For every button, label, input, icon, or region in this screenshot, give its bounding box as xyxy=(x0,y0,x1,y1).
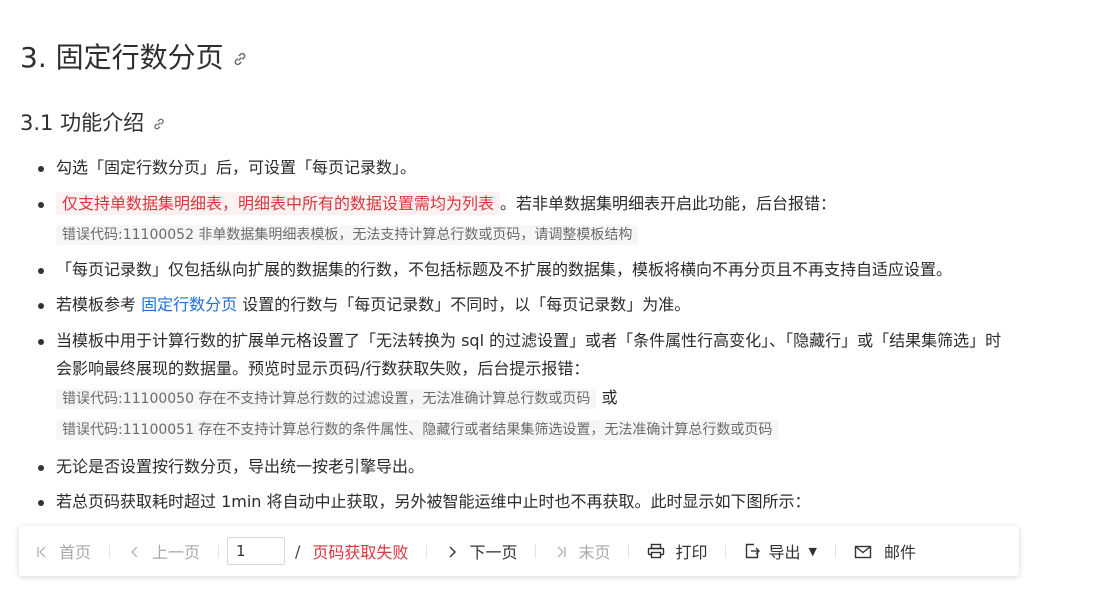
export-icon xyxy=(744,543,762,559)
list-item-text: 。若非单数据集明细表开启此功能，后台报错： xyxy=(500,194,837,213)
anchor-link-icon[interactable] xyxy=(152,117,166,131)
list-item-text: 勾选「固定行数分页」后，可设置「每页记录数」。 xyxy=(56,158,417,177)
pagination-toolbar: 首页 上一页 / 页码获取失败 下一页 末页 打印 导出 ▼ xyxy=(19,526,1019,576)
next-page-button[interactable]: 下一页 xyxy=(445,539,517,563)
list-item-text: 若总页码获取耗时超过 1min 将自动中止获取，另外被智能运维中止时也不再获取。… xyxy=(56,492,811,511)
export-label: 导出 xyxy=(768,543,801,562)
first-page-label: 首页 xyxy=(59,543,92,562)
list-item-text: 若模板参考 xyxy=(56,295,142,314)
list-item-text: 无论是否设置按行数分页，导出统一按老引擎导出。 xyxy=(56,457,425,476)
bullet-dot xyxy=(38,166,44,172)
list-item-text: 会影响最终展现的数据量。预览时显示页码/行数获取失败，后台提示报错： xyxy=(56,359,590,378)
first-page-icon xyxy=(35,544,49,558)
bullet-dot xyxy=(38,465,44,471)
next-page-label: 下一页 xyxy=(469,543,518,562)
list-item-text: 「每页记录数」仅包括纵向扩展的数据集的行数，不包括标题及不扩展的数据集，模板将横… xyxy=(56,260,953,279)
error-code: 错误代码:11100051 存在不支持计算总行数的条件属性、隐藏行或者结果集筛选… xyxy=(56,420,779,440)
page-separator: / xyxy=(295,541,301,561)
last-page-button[interactable]: 末页 xyxy=(554,539,610,563)
divider xyxy=(426,544,428,558)
anchor-link-icon[interactable] xyxy=(232,51,248,67)
mail-label: 邮件 xyxy=(883,543,916,562)
divider xyxy=(109,544,111,558)
warning-highlight: 仅支持单数据集明细表，明细表中所有的数据设置需均为列表 xyxy=(56,192,501,215)
or-text: 或 xyxy=(601,388,618,407)
fixed-rows-paging-link[interactable]: 固定行数分页 xyxy=(141,295,237,314)
mail-icon xyxy=(854,544,872,559)
bullet-dot xyxy=(38,500,44,506)
divider xyxy=(218,544,220,558)
divider xyxy=(725,544,727,558)
print-label: 打印 xyxy=(675,543,708,562)
print-button[interactable]: 打印 xyxy=(647,539,707,563)
bullet-dot xyxy=(38,268,44,274)
prev-page-button[interactable]: 上一页 xyxy=(128,539,200,563)
prev-page-label: 上一页 xyxy=(152,543,201,562)
chevron-right-icon xyxy=(445,544,459,558)
page-title-text: 3. 固定行数分页 xyxy=(20,41,224,74)
chevron-left-icon xyxy=(128,544,142,558)
page-number-input[interactable] xyxy=(227,537,286,565)
error-code: 错误代码:11100052 非单数据集明细表模板，无法支持计算总行数或页码，请调… xyxy=(56,225,639,245)
section-heading: 3.1 功能介绍 xyxy=(20,106,166,140)
divider xyxy=(834,544,836,558)
export-button[interactable]: 导出 ▼ xyxy=(744,539,817,563)
page-title: 3. 固定行数分页 xyxy=(20,38,248,78)
list-item-text: 当模板中用于计算行数的扩展单元格设置了「无法转换为 sql 的过滤设置」或者「条… xyxy=(56,331,1002,350)
bullet-dot xyxy=(38,339,44,345)
mail-button[interactable]: 邮件 xyxy=(854,539,916,563)
last-page-icon xyxy=(554,544,568,558)
section-heading-text: 3.1 功能介绍 xyxy=(20,111,145,135)
bullet-dot xyxy=(38,202,44,208)
list-item-text: 设置的行数与「每页记录数」不同时，以「每页记录数」为准。 xyxy=(237,295,691,314)
last-page-label: 末页 xyxy=(578,543,611,562)
divider xyxy=(628,544,630,558)
page-count-status: 页码获取失败 xyxy=(312,543,409,562)
divider xyxy=(535,544,537,558)
document-page: 3. 固定行数分页 3.1 功能介绍 勾选「固定行数分页」后，可设置「每页记录数… xyxy=(0,0,1104,603)
printer-icon xyxy=(647,543,665,559)
caret-down-icon: ▼ xyxy=(808,544,817,558)
first-page-button[interactable]: 首页 xyxy=(35,539,91,563)
bullet-dot xyxy=(38,303,44,309)
error-code: 错误代码:11100050 存在不支持计算总行数的过滤设置，无法准确计算总行数或… xyxy=(56,389,597,409)
